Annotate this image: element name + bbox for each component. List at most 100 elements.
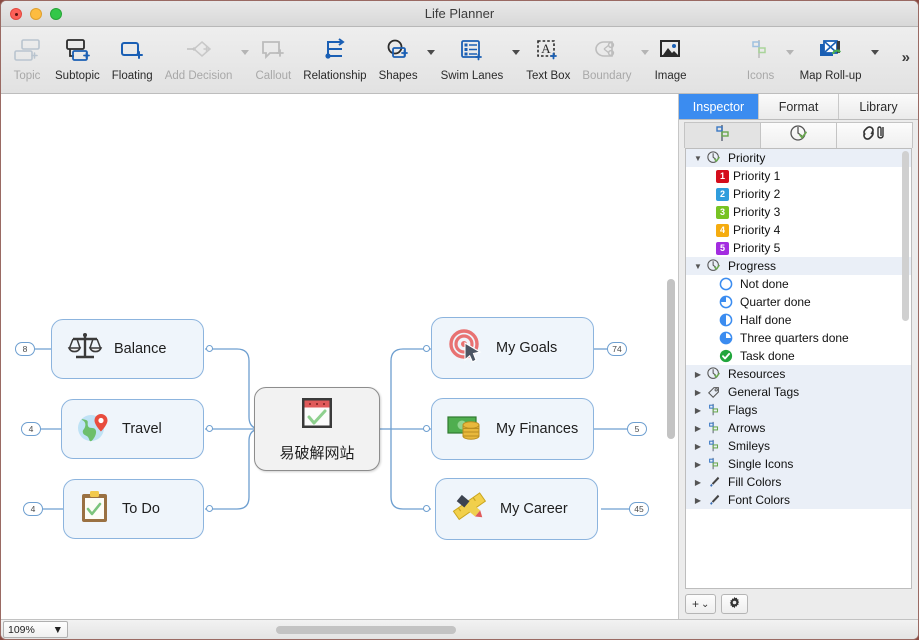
list-item-not-done[interactable]: Not done (686, 275, 911, 293)
mindmap-node-my-career[interactable]: My Career (435, 478, 598, 540)
tab-inspector[interactable]: Inspector (679, 94, 759, 119)
scales-icon (66, 330, 104, 369)
connector-endpoint (423, 345, 430, 352)
markers-icon (704, 403, 724, 417)
ruler-pencil-icon (450, 488, 490, 531)
shapes-caret-icon[interactable] (426, 50, 435, 55)
disclosure-triangle-icon[interactable]: ▶ (692, 424, 704, 433)
mindmap-node-my-finances[interactable]: My Finances (431, 398, 594, 460)
mindmap-node-balance[interactable]: Balance (51, 319, 204, 379)
toolbar-overflow-icon[interactable]: » (902, 49, 910, 66)
toolbar-label: Swim Lanes (440, 70, 504, 82)
list-group-single-icons[interactable]: ▶ Single Icons (686, 455, 911, 473)
money-coins-icon (446, 409, 486, 450)
toolbar-label: Floating (111, 70, 153, 82)
toolbar-button-topic[interactable]: Topic (5, 33, 49, 82)
disclosure-triangle-icon[interactable]: ▶ (692, 478, 704, 487)
disclosure-triangle-icon[interactable]: ▶ (692, 442, 704, 451)
task-done-icon (716, 349, 736, 363)
toolbar-button-add-decision[interactable]: Add Decision (159, 33, 239, 82)
toolbar-button-swim-lanes[interactable]: Swim Lanes (435, 33, 510, 82)
list-group-general-tags[interactable]: ▶ General Tags (686, 383, 911, 401)
list-item-priority-5[interactable]: 5 Priority 5 (686, 239, 911, 257)
link-attachment-icon (861, 124, 889, 147)
list-item-priority-1[interactable]: 1 Priority 1 (686, 167, 911, 185)
disclosure-triangle-icon[interactable]: ▶ (692, 370, 704, 379)
mindmap-canvas[interactable]: Balance 8 Travel 4 To Do 4 易破解网站 My Goal… (1, 94, 678, 619)
disclosure-triangle-icon[interactable]: ▼ (692, 154, 704, 163)
disclosure-triangle-icon[interactable]: ▼ (692, 262, 704, 271)
disclosure-triangle-icon[interactable]: ▶ (692, 388, 704, 397)
toolbar-label: Add Decision (164, 70, 233, 82)
mindmap-node-travel[interactable]: Travel (61, 399, 204, 459)
list-group-font-colors[interactable]: ▶ Font Colors (686, 491, 911, 509)
toolbar-button-floating[interactable]: Floating (106, 33, 159, 82)
marker-list[interactable]: ▼ Priority 1 Priority 1 2 Priority 2 3 P… (685, 148, 912, 589)
priority-box-4: 4 (716, 223, 729, 237)
marker-settings-button[interactable] (721, 594, 749, 614)
list-group-flags[interactable]: ▶ Flags (686, 401, 911, 419)
toolbar-button-image[interactable]: Image (649, 33, 693, 82)
mindmap-node-center[interactable]: 易破解网站 (254, 387, 380, 471)
icons-caret-icon[interactable] (785, 50, 794, 55)
connector-endpoint (423, 425, 430, 432)
list-item-quarter-done[interactable]: Quarter done (686, 293, 911, 311)
toolbar-button-shapes[interactable]: Shapes (373, 33, 424, 82)
toolbar-button-callout[interactable]: Callout (249, 33, 297, 82)
connector-endpoint (206, 505, 213, 512)
list-group-smileys[interactable]: ▶ Smileys (686, 437, 911, 455)
toolbar-button-relationship[interactable]: Relationship (297, 33, 372, 82)
progress-clock-icon (704, 367, 724, 381)
disclosure-triangle-icon[interactable]: ▶ (692, 496, 704, 505)
toolbar-button-icons[interactable]: Icons (739, 33, 783, 82)
list-group-resources[interactable]: ▶ Resources (686, 365, 911, 383)
add-decision-icon (183, 33, 215, 69)
gear-icon (728, 596, 741, 612)
map-rollup-caret-icon[interactable] (870, 50, 879, 55)
toolbar-label: Boundary (582, 70, 632, 82)
add-decision-caret-icon[interactable] (241, 50, 250, 55)
disclosure-triangle-icon[interactable]: ▶ (692, 406, 704, 415)
mindmap-node-todo[interactable]: To Do (63, 479, 204, 539)
marker-list-scrollbar[interactable] (902, 151, 909, 321)
connector-endpoint (206, 345, 213, 352)
canvas-area[interactable]: Balance 8 Travel 4 To Do 4 易破解网站 My Goal… (1, 94, 679, 619)
progress-clock-icon (704, 151, 724, 165)
toolbar-button-text-box[interactable]: A Text Box (520, 33, 576, 82)
list-group-fill-colors[interactable]: ▶ Fill Colors (686, 473, 911, 491)
subtab-progress[interactable] (760, 122, 836, 148)
list-group-arrows[interactable]: ▶ Arrows (686, 419, 911, 437)
list-group-progress[interactable]: ▼ Progress (686, 257, 911, 275)
list-item-task-done[interactable]: Task done (686, 347, 911, 365)
list-item-three-quarters-done[interactable]: Three quarters done (686, 329, 911, 347)
list-item-priority-3[interactable]: 3 Priority 3 (686, 203, 911, 221)
swim-lanes-caret-icon[interactable] (512, 50, 521, 55)
toolbar-button-boundary[interactable]: Boundary (576, 33, 637, 82)
tab-format[interactable]: Format (759, 94, 839, 119)
node-label: My Career (500, 501, 568, 517)
toolbar-button-subtopic[interactable]: Subtopic (49, 33, 106, 82)
list-item-priority-4[interactable]: 4 Priority 4 (686, 221, 911, 239)
list-item-priority-2[interactable]: 2 Priority 2 (686, 185, 911, 203)
canvas-horizontal-scrollbar[interactable] (276, 626, 456, 634)
disclosure-triangle-icon[interactable]: ▶ (692, 460, 704, 469)
item-label: Not done (740, 277, 789, 291)
subtab-markers[interactable] (684, 122, 760, 148)
item-label: Half done (740, 313, 792, 327)
markers-icon (704, 421, 724, 435)
mindmap-node-my-goals[interactable]: My Goals (431, 317, 594, 379)
item-label: Task done (740, 349, 795, 363)
zoom-level-select[interactable]: 109% ▼ (3, 621, 68, 638)
item-label: Three quarters done (740, 331, 849, 345)
list-item-half-done[interactable]: Half done (686, 311, 911, 329)
statusbar: 109% ▼ (1, 619, 918, 639)
add-marker-button[interactable]: + ⌄ (685, 594, 717, 614)
canvas-vertical-scrollbar[interactable] (667, 279, 675, 439)
list-group-priority[interactable]: ▼ Priority (686, 149, 911, 167)
progress-0-icon (716, 277, 736, 291)
toolbar-button-map-rollup[interactable]: Map Roll-up (794, 33, 868, 82)
tab-library[interactable]: Library (839, 94, 918, 119)
boundary-caret-icon[interactable] (640, 50, 649, 55)
subtab-link-attachment[interactable] (836, 122, 913, 148)
node-badge-my-goals: 74 (607, 342, 627, 356)
